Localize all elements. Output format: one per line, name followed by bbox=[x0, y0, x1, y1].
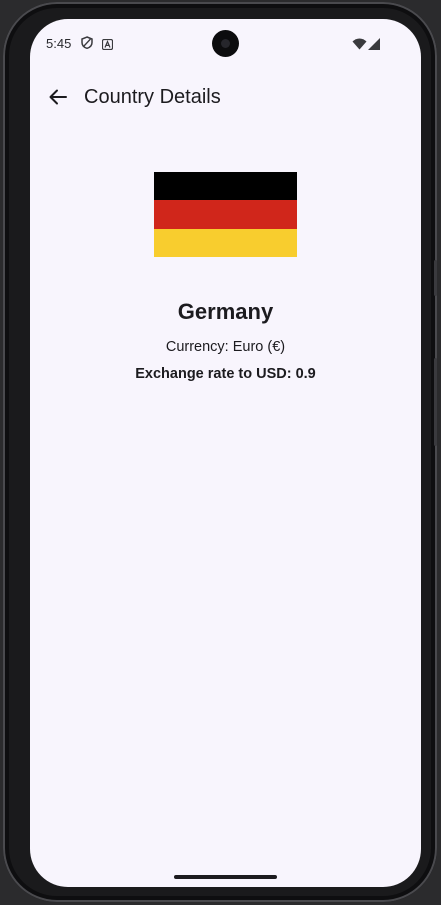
wifi-icon bbox=[352, 37, 367, 55]
a-badge-icon bbox=[101, 37, 114, 55]
status-bar: 5:45 bbox=[30, 19, 421, 69]
germany-flag bbox=[154, 172, 297, 257]
top-app-bar: Country Details bbox=[30, 75, 421, 121]
power-button bbox=[434, 260, 437, 296]
home-indicator[interactable] bbox=[174, 875, 277, 879]
volume-button bbox=[434, 358, 437, 446]
country-name: Germany bbox=[177, 299, 274, 324]
shield-icon bbox=[81, 36, 93, 54]
flag-band-black bbox=[154, 172, 297, 201]
page-title: Country Details bbox=[84, 86, 221, 108]
back-button[interactable] bbox=[42, 81, 74, 113]
currency-label: Currency: Euro (€) bbox=[165, 339, 286, 355]
flag-band-gold bbox=[154, 228, 297, 257]
arrow-back-icon bbox=[49, 89, 67, 105]
screen: 5:45 Country Details Germany Currency: E… bbox=[30, 19, 421, 887]
front-camera bbox=[212, 30, 239, 57]
signal-icon bbox=[368, 37, 380, 55]
status-time: 5:45 bbox=[46, 36, 72, 51]
flag-band-red bbox=[154, 200, 297, 229]
exchange-rate-label: Exchange rate to USD: 0.9 bbox=[135, 366, 316, 382]
